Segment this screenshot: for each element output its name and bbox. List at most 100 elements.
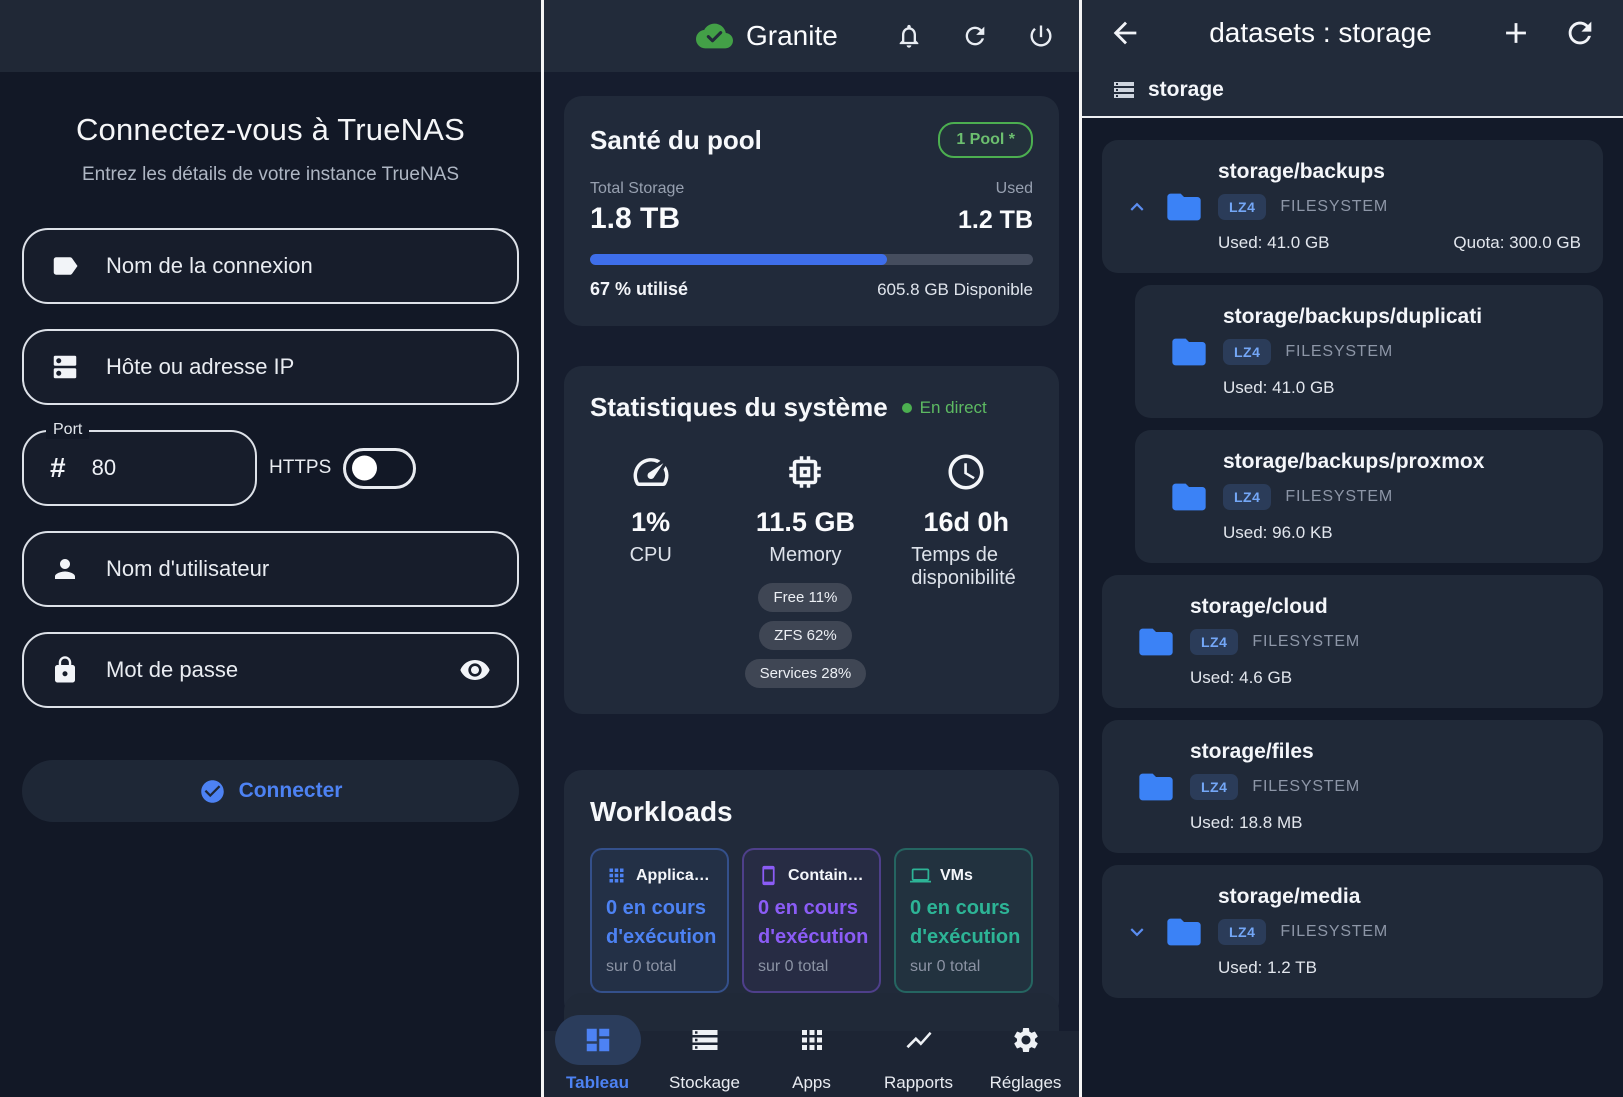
dataset-name: storage/backups/duplicati <box>1223 305 1581 329</box>
https-toggle[interactable] <box>343 448 416 489</box>
dataset-card-files[interactable]: storage/files LZ4 FILESYSTEM Used: 18.8 … <box>1102 720 1603 853</box>
connection-name-placeholder: Nom de la connexion <box>106 253 313 279</box>
workload-running: 0 en cours d'exécution <box>606 894 713 952</box>
pool-count-badge[interactable]: 1 Pool * <box>938 122 1033 158</box>
nav-tab-rapports[interactable]: Rapports <box>865 1015 972 1093</box>
dataset-used: Used: 18.8 MB <box>1190 813 1302 833</box>
dataset-name: storage/backups <box>1218 160 1581 184</box>
workload-running: 0 en cours d'exécution <box>758 894 865 952</box>
refresh-icon[interactable] <box>961 22 989 50</box>
dataset-name: storage/backups/proxmox <box>1223 450 1581 474</box>
dataset-card-proxmox[interactable]: storage/backups/proxmox LZ4 FILESYSTEM U… <box>1135 430 1603 563</box>
password-field[interactable]: Mot de passe <box>22 632 519 708</box>
https-label: HTTPS <box>269 457 331 479</box>
memory-chip-icon <box>784 451 826 493</box>
pool-health-title: Santé du pool <box>590 125 762 156</box>
lock-icon <box>50 655 80 685</box>
breadcrumb-label: storage <box>1148 78 1224 102</box>
dataset-card-duplicati[interactable]: storage/backups/duplicati LZ4 FILESYSTEM… <box>1135 285 1603 418</box>
dashboard-icon <box>583 1025 613 1055</box>
check-circle-icon <box>199 778 226 805</box>
dataset-used: Used: 96.0 KB <box>1223 523 1333 543</box>
host-field[interactable]: Hôte ou adresse IP <box>22 329 519 405</box>
apps-grid-icon <box>606 865 627 886</box>
dataset-type: FILESYSTEM <box>1280 923 1388 941</box>
pool-usage-fill <box>590 254 887 265</box>
connection-name-field[interactable]: Nom de la connexion <box>22 228 519 304</box>
dataset-used: Used: 4.6 GB <box>1190 668 1292 688</box>
live-badge: En direct <box>902 398 987 418</box>
used-label: Used <box>996 180 1033 198</box>
chevron-down-icon[interactable] <box>1124 919 1150 945</box>
datasets-header: datasets : storage storage <box>1082 0 1623 118</box>
workload-containers-card[interactable]: Containers 0 en cours d'exécution sur 0 … <box>742 848 881 993</box>
nav-label: Rapports <box>884 1073 953 1093</box>
username-field[interactable]: Nom d'utilisateur <box>22 531 519 607</box>
back-icon[interactable] <box>1108 16 1142 50</box>
workload-apps-card[interactable]: Applications 0 en cours d'exécution sur … <box>590 848 729 993</box>
power-icon[interactable] <box>1027 22 1055 50</box>
dashboard-header: Granite <box>544 0 1079 72</box>
dashboard-screen: Granite Santé du pool 1 Pool * <box>544 0 1079 1097</box>
status-bar <box>0 0 541 72</box>
dataset-card-backups[interactable]: storage/backups LZ4 FILESYSTEM Used: 41.… <box>1102 140 1603 273</box>
nav-tab-tableau[interactable]: Tableau <box>544 1015 651 1093</box>
datasets-screen: datasets : storage storage <box>1082 0 1623 1097</box>
breadcrumb[interactable]: storage <box>1108 78 1597 102</box>
uptime-stat: 16d 0h Temps de disponibilité <box>899 451 1033 688</box>
chevron-up-icon[interactable] <box>1124 194 1150 220</box>
folder-icon <box>1136 622 1176 662</box>
cpu-label: CPU <box>630 544 672 567</box>
datasets-title: datasets : storage <box>1142 17 1499 49</box>
dataset-card-cloud[interactable]: storage/cloud LZ4 FILESYSTEM Used: 4.6 G… <box>1102 575 1603 708</box>
pool-usage-bar <box>590 254 1033 265</box>
refresh-icon[interactable] <box>1563 16 1597 50</box>
dataset-quota: Quota: 300.0 GB <box>1453 233 1581 253</box>
dataset-card-media[interactable]: storage/media LZ4 FILESYSTEM Used: 1.2 T… <box>1102 865 1603 998</box>
memory-chip-services: Services 28% <box>745 659 867 688</box>
nav-tab-stockage[interactable]: Stockage <box>651 1015 758 1093</box>
dataset-name: storage/files <box>1190 740 1581 764</box>
memory-label: Memory <box>769 544 841 567</box>
uptime-label: Temps de disponibilité <box>911 544 1021 590</box>
gear-icon <box>1011 1025 1041 1055</box>
nav-label: Tableau <box>566 1073 629 1093</box>
server-name: Granite <box>746 20 838 52</box>
notifications-icon[interactable] <box>895 22 923 50</box>
speedometer-icon <box>630 451 672 493</box>
add-icon[interactable] <box>1499 16 1533 50</box>
nav-tab-apps[interactable]: Apps <box>758 1015 865 1093</box>
cpu-stat: 1% CPU <box>590 451 711 688</box>
page-title: Connectez-vous à TrueNAS <box>22 112 519 148</box>
live-label: En direct <box>920 398 987 418</box>
smartphone-icon <box>758 865 779 886</box>
live-dot-icon <box>902 403 912 413</box>
pool-health-card: Santé du pool 1 Pool * Total Storage Use… <box>564 96 1059 326</box>
memory-chip-zfs: ZFS 62% <box>759 621 852 650</box>
dataset-name: storage/cloud <box>1190 595 1581 619</box>
toggle-knob <box>352 456 377 481</box>
cpu-value: 1% <box>631 507 670 538</box>
nav-label: Réglages <box>990 1073 1062 1093</box>
connect-label: Connecter <box>239 779 343 803</box>
folder-icon <box>1136 767 1176 807</box>
trending-up-icon <box>904 1025 934 1055</box>
workload-name: Containers <box>788 867 865 885</box>
cloud-check-icon <box>696 22 733 50</box>
dataset-used: Used: 41.0 GB <box>1218 233 1330 253</box>
port-field[interactable]: Port # 80 <box>22 430 257 506</box>
nav-tab-reglages[interactable]: Réglages <box>972 1015 1079 1093</box>
compression-badge: LZ4 <box>1190 629 1238 655</box>
available-label: 605.8 GB Disponible <box>877 280 1033 300</box>
uptime-value: 16d 0h <box>923 507 1009 538</box>
connect-button[interactable]: Connecter <box>22 760 519 822</box>
workload-vms-card[interactable]: VMs 0 en cours d'exécution sur 0 total <box>894 848 1033 993</box>
workload-total: sur 0 total <box>910 958 1017 976</box>
active-tab-pill <box>555 1015 641 1065</box>
login-screen: Connectez-vous à TrueNAS Entrez les déta… <box>0 0 541 1097</box>
compression-badge: LZ4 <box>1223 484 1271 510</box>
dataset-used: Used: 1.2 TB <box>1218 958 1317 978</box>
show-password-icon[interactable] <box>459 654 491 686</box>
memory-stat: 11.5 GB Memory Free 11% ZFS 62% Services… <box>711 451 899 688</box>
dataset-type: FILESYSTEM <box>1285 488 1393 506</box>
